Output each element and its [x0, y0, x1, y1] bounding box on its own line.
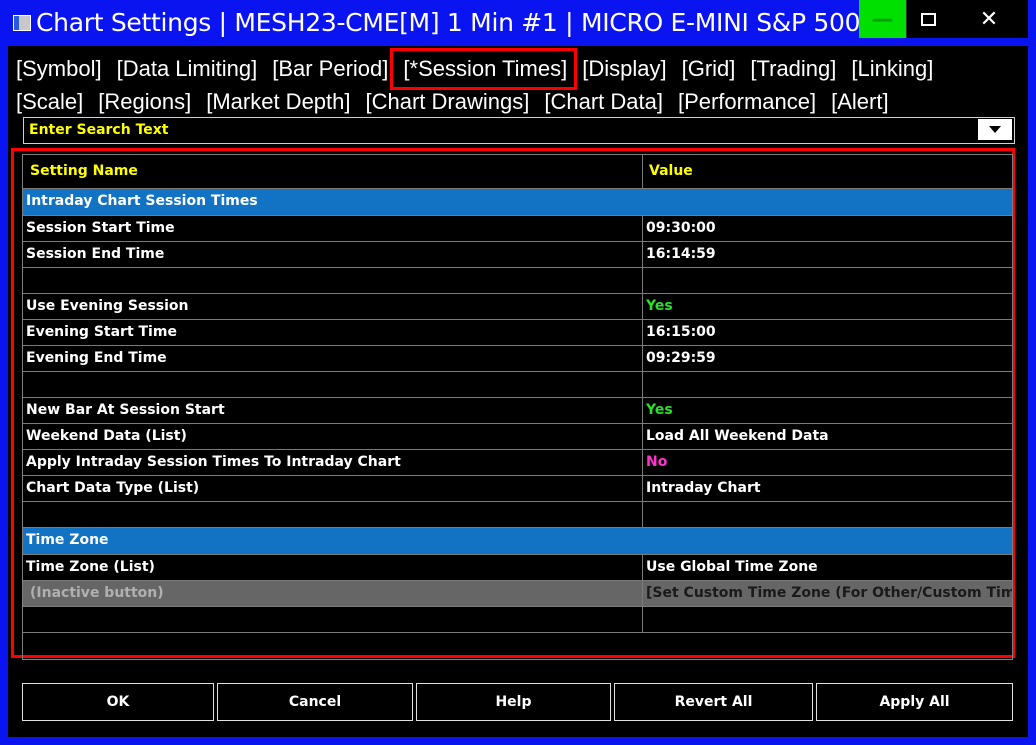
- setting-value[interactable]: 09:29:59: [643, 346, 1012, 371]
- setting-value[interactable]: 09:30:00: [643, 216, 1012, 241]
- tab-market-depth[interactable]: [Market Depth]: [206, 89, 350, 115]
- header-value: Value: [649, 163, 693, 179]
- window-title: Chart Settings | MESH23-CME[M] 1 Min #1 …: [36, 8, 884, 37]
- setting-value: [643, 502, 1012, 527]
- tab-bar: [Symbol] [Data Limiting] [Bar Period] [*…: [16, 47, 1026, 118]
- empty-row: [23, 502, 1012, 528]
- cancel-button[interactable]: Cancel: [216, 682, 414, 722]
- setting-name: [23, 372, 643, 397]
- setting-value[interactable]: Use Global Time Zone: [643, 555, 1012, 580]
- setting-value: [643, 268, 1012, 293]
- tab-grid[interactable]: [Grid]: [682, 56, 736, 82]
- close-icon: ✕: [979, 6, 999, 32]
- setting-value: [643, 372, 1012, 397]
- setting-name: Session Start Time: [23, 216, 643, 241]
- setting-name: Use Evening Session: [23, 294, 643, 319]
- maximize-icon: [921, 12, 936, 26]
- setting-name: [23, 268, 643, 293]
- empty-row: [23, 607, 1012, 633]
- setting-row[interactable]: Time Zone (List) Use Global Time Zone: [23, 555, 1012, 581]
- setting-row: (Inactive button) [Set Custom Time Zone (…: [23, 581, 1012, 607]
- setting-row[interactable]: Use Evening Session Yes: [23, 294, 1012, 320]
- setting-value[interactable]: Yes: [643, 398, 1012, 423]
- tab-regions[interactable]: [Regions]: [98, 89, 191, 115]
- setting-name: Chart Data Type (List): [23, 476, 643, 501]
- setting-row[interactable]: Weekend Data (List) Load All Weekend Data: [23, 424, 1012, 450]
- search-placeholder: Enter Search Text: [29, 122, 169, 138]
- section-header: Time Zone: [23, 528, 1012, 555]
- set-custom-time-zone-button[interactable]: [Set Custom Time Zone (For Other/Custom …: [643, 581, 1012, 606]
- tab-scale[interactable]: [Scale]: [16, 89, 83, 115]
- tab-performance[interactable]: [Performance]: [678, 89, 816, 115]
- dialog-client-area: [Symbol] [Data Limiting] [Bar Period] [*…: [8, 46, 1028, 737]
- close-button[interactable]: ✕: [950, 0, 1028, 38]
- tab-session-times[interactable]: [*Session Times]: [390, 47, 578, 90]
- setting-name: New Bar At Session Start: [23, 398, 643, 423]
- minimize-button[interactable]: —: [859, 0, 906, 38]
- ok-button[interactable]: OK: [21, 682, 215, 722]
- header-setting-name: Setting Name: [23, 155, 643, 188]
- setting-name: Evening End Time: [23, 346, 643, 371]
- inactive-button: (Inactive button): [23, 581, 643, 606]
- search-dropdown-button[interactable]: [978, 119, 1012, 140]
- setting-row[interactable]: New Bar At Session Start Yes: [23, 398, 1012, 424]
- setting-name: [23, 502, 643, 527]
- app-icon: [13, 15, 31, 31]
- empty-row: [23, 268, 1012, 294]
- setting-value[interactable]: 16:15:00: [643, 320, 1012, 345]
- setting-row[interactable]: Evening Start Time 16:15:00: [23, 320, 1012, 346]
- tab-chart-data[interactable]: [Chart Data]: [544, 89, 663, 115]
- setting-row[interactable]: Session Start Time 09:30:00: [23, 216, 1012, 242]
- tab-data-limiting[interactable]: [Data Limiting]: [117, 56, 258, 82]
- setting-name: Evening Start Time: [23, 320, 643, 345]
- grid-header: Setting Name Value: [23, 155, 1012, 189]
- settings-grid[interactable]: Setting Name Value Intraday Chart Sessio…: [22, 154, 1013, 660]
- section-header: Intraday Chart Session Times: [23, 189, 1012, 216]
- revert-all-button[interactable]: Revert All: [613, 682, 814, 722]
- tab-alert[interactable]: [Alert]: [831, 89, 888, 115]
- setting-row[interactable]: Session End Time 16:14:59: [23, 242, 1012, 268]
- setting-name: Weekend Data (List): [23, 424, 643, 449]
- tab-chart-drawings[interactable]: [Chart Drawings]: [366, 89, 530, 115]
- setting-row[interactable]: Chart Data Type (List) Intraday Chart: [23, 476, 1012, 502]
- tab-row-2: [Scale] [Regions] [Market Depth] [Chart …: [16, 85, 1026, 118]
- setting-value[interactable]: Yes: [643, 294, 1012, 319]
- empty-row: [23, 372, 1012, 398]
- tab-symbol[interactable]: [Symbol]: [16, 56, 102, 82]
- tab-display[interactable]: [Display]: [582, 56, 666, 82]
- chevron-down-icon: [989, 126, 1001, 133]
- setting-name: Apply Intraday Session Times To Intraday…: [23, 450, 643, 475]
- setting-row[interactable]: Apply Intraday Session Times To Intraday…: [23, 450, 1012, 476]
- setting-value[interactable]: Intraday Chart: [643, 476, 1012, 501]
- minimize-icon: —: [871, 6, 894, 32]
- maximize-button[interactable]: [906, 0, 950, 38]
- apply-all-button[interactable]: Apply All: [815, 682, 1014, 722]
- help-button[interactable]: Help: [415, 682, 612, 722]
- setting-row[interactable]: Evening End Time 09:29:59: [23, 346, 1012, 372]
- tab-trading[interactable]: [Trading]: [750, 56, 836, 82]
- search-input[interactable]: Enter Search Text: [23, 117, 1015, 144]
- tab-bar-period[interactable]: [Bar Period]: [272, 56, 388, 82]
- tab-linking[interactable]: [Linking]: [851, 56, 933, 82]
- setting-name: Session End Time: [23, 242, 643, 267]
- setting-value[interactable]: Load All Weekend Data: [643, 424, 1012, 449]
- setting-value[interactable]: No: [643, 450, 1012, 475]
- button-bar: OK Cancel Help Revert All Apply All: [21, 682, 1014, 723]
- setting-value[interactable]: 16:14:59: [643, 242, 1012, 267]
- setting-name: Time Zone (List): [23, 555, 643, 580]
- tab-row-1: [Symbol] [Data Limiting] [Bar Period] [*…: [16, 47, 1026, 90]
- title-bar[interactable]: Chart Settings | MESH23-CME[M] 1 Min #1 …: [0, 0, 1036, 46]
